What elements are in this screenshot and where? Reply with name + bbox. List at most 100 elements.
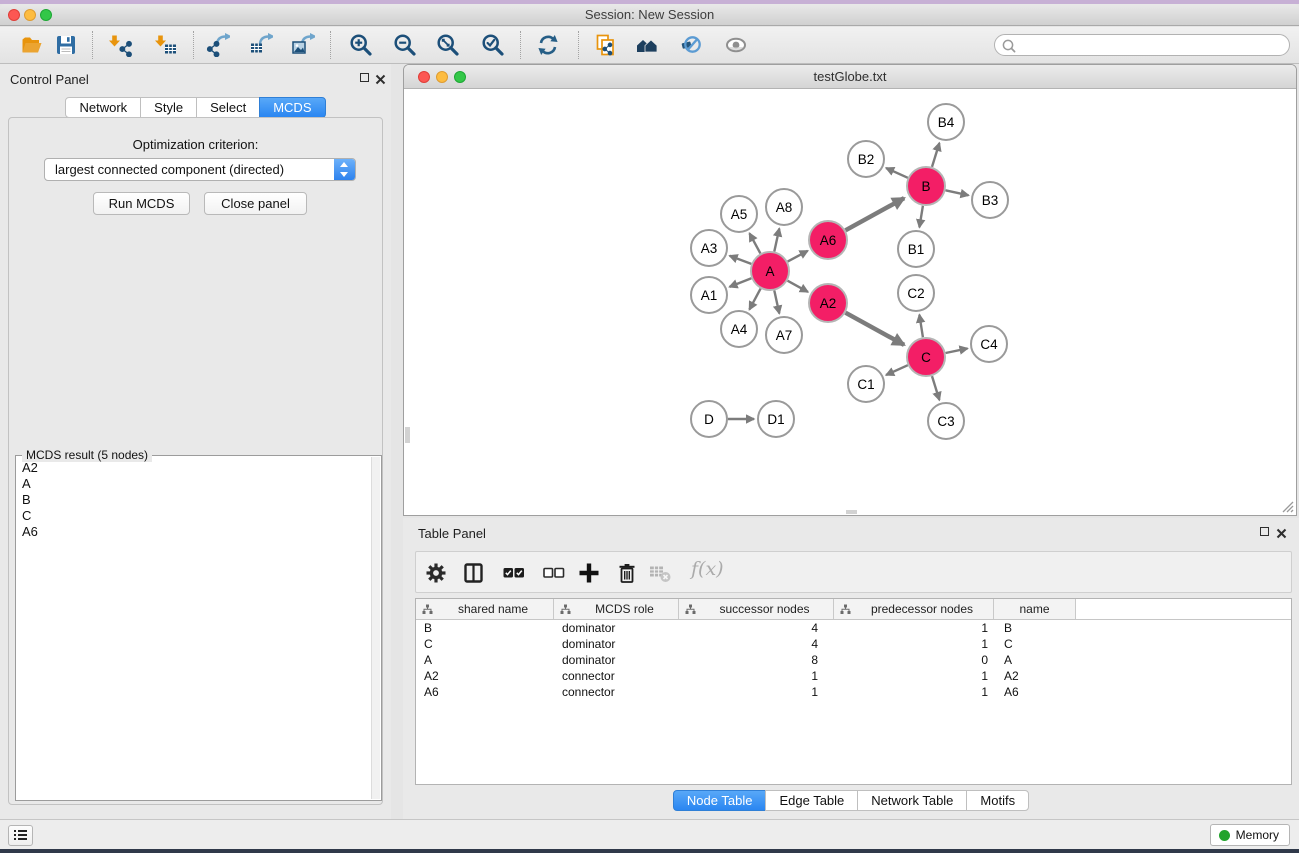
export-table-icon[interactable] [249,33,273,57]
table-cell[interactable]: connector [554,684,679,700]
graph-node-B1[interactable]: B1 [898,231,934,267]
graph-node-B2[interactable]: B2 [848,141,884,177]
graph-edge-A-A2[interactable] [788,281,808,292]
zoom-in-icon[interactable] [349,33,373,57]
tab-edge-table[interactable]: Edge Table [765,790,858,811]
tab-network-table[interactable]: Network Table [857,790,967,811]
table-cell[interactable]: connector [554,668,679,684]
save-session-icon[interactable] [54,33,78,57]
graph-edge-A-A7[interactable] [774,291,779,314]
memory-button[interactable]: Memory [1210,824,1290,846]
home-view-icon[interactable] [635,33,659,57]
select-all-icon[interactable] [503,562,525,584]
delete-row-icon[interactable] [616,562,638,584]
graph-node-B3[interactable]: B3 [972,182,1008,218]
mcds-result-item[interactable]: A [17,476,370,492]
show-graphics-details-icon[interactable] [724,33,748,57]
hide-labels-icon[interactable] [679,33,703,57]
graph-node-C1[interactable]: C1 [848,366,884,402]
table-cell[interactable]: C [416,636,554,652]
column-header-predecessor-nodes[interactable]: predecessor nodes [834,599,994,619]
graph-node-A3[interactable]: A3 [691,230,727,266]
table-cell[interactable]: 1 [834,636,994,652]
deselect-all-icon[interactable] [543,562,565,584]
graph-edge-A-A5[interactable] [750,233,761,253]
graph-edge-A6-B[interactable] [846,198,905,230]
table-cell[interactable]: 8 [679,652,834,668]
mcds-result-item[interactable]: A6 [17,524,370,540]
table-cell[interactable]: C [994,636,1076,652]
table-cell[interactable]: A2 [994,668,1076,684]
show-panels-menu-button[interactable] [8,825,33,846]
import-table-icon[interactable] [154,33,178,57]
add-row-icon[interactable] [578,562,600,584]
table-cell[interactable]: 1 [834,668,994,684]
zoom-selected-icon[interactable] [481,33,505,57]
table-row-C[interactable]: Cdominator41C [416,636,1291,652]
table-cell[interactable]: A2 [416,668,554,684]
network-canvas[interactable]: AA1A2A3A4A5A6A7A8BB1B2B3B4CC1C2C3C4DD1 [404,90,1296,515]
table-cell[interactable]: B [994,620,1076,636]
tab-select[interactable]: Select [196,97,260,118]
graph-edge-A2-C[interactable] [846,313,905,345]
criterion-dropdown[interactable]: largest connected component (directed) [44,158,356,181]
table-cell[interactable]: 1 [834,684,994,700]
tab-style[interactable]: Style [140,97,197,118]
export-network-icon[interactable] [206,33,230,57]
zoom-out-icon[interactable] [393,33,417,57]
export-image-icon[interactable] [291,33,315,57]
mcds-result-item[interactable]: C [17,508,370,524]
graph-edge-A-A4[interactable] [749,289,760,310]
graph-node-C[interactable]: C [907,338,945,376]
mcds-result-scrollbar[interactable] [371,457,380,799]
graph-edge-A-A6[interactable] [788,251,808,262]
search-input[interactable] [1019,36,1281,54]
tab-motifs[interactable]: Motifs [966,790,1029,811]
graph-node-C2[interactable]: C2 [898,275,934,311]
zoom-fit-icon[interactable] [436,33,460,57]
tab-network[interactable]: Network [65,97,141,118]
graph-edge-C-C1[interactable] [886,365,908,375]
table-cell[interactable]: dominator [554,652,679,668]
graph-edge-B-B4[interactable] [932,143,939,167]
column-header-successor-nodes[interactable]: successor nodes [679,599,834,619]
graph-node-A[interactable]: A [751,252,789,290]
control-panel-float-button[interactable] [358,71,371,84]
graph-edge-A-A3[interactable] [730,256,752,264]
table-cell[interactable]: 0 [834,652,994,668]
table-cell[interactable]: 1 [679,684,834,700]
graph-node-D1[interactable]: D1 [758,401,794,437]
table-cell[interactable]: A6 [994,684,1076,700]
table-cell[interactable]: 4 [679,636,834,652]
close-panel-button[interactable]: Close panel [204,192,307,215]
column-header-mcds-role[interactable]: MCDS role [554,599,679,619]
table-cell[interactable]: dominator [554,620,679,636]
open-session-icon[interactable] [20,33,44,57]
table-cell[interactable]: 1 [679,668,834,684]
table-cell[interactable]: dominator [554,636,679,652]
graph-node-A1[interactable]: A1 [691,277,727,313]
graph-node-A6[interactable]: A6 [809,221,847,259]
network-vscroll-stub[interactable] [405,427,410,443]
show-columns-icon[interactable] [463,562,485,584]
column-header-shared-name[interactable]: shared name [416,599,554,619]
clone-network-icon[interactable] [593,33,617,57]
table-panel-float-button[interactable] [1258,525,1271,538]
control-panel-close-button[interactable] [375,72,388,85]
table-row-B[interactable]: Bdominator41B [416,620,1291,636]
column-header-name[interactable]: name [994,599,1076,619]
graph-edge-C-C2[interactable] [919,315,923,338]
graph-node-D[interactable]: D [691,401,727,437]
tab-mcds[interactable]: MCDS [259,97,325,118]
import-network-icon[interactable] [108,33,132,57]
table-row-A[interactable]: Adominator80A [416,652,1291,668]
graph-edge-C-C4[interactable] [946,348,968,353]
table-cell[interactable]: A [416,652,554,668]
graph-node-B4[interactable]: B4 [928,104,964,140]
table-cell[interactable]: A6 [416,684,554,700]
table-cell[interactable]: 1 [834,620,994,636]
graph-edge-A-A8[interactable] [774,229,779,252]
graph-edge-B-B3[interactable] [946,190,969,195]
graph-edge-B-B2[interactable] [886,168,908,178]
graph-node-A7[interactable]: A7 [766,317,802,353]
